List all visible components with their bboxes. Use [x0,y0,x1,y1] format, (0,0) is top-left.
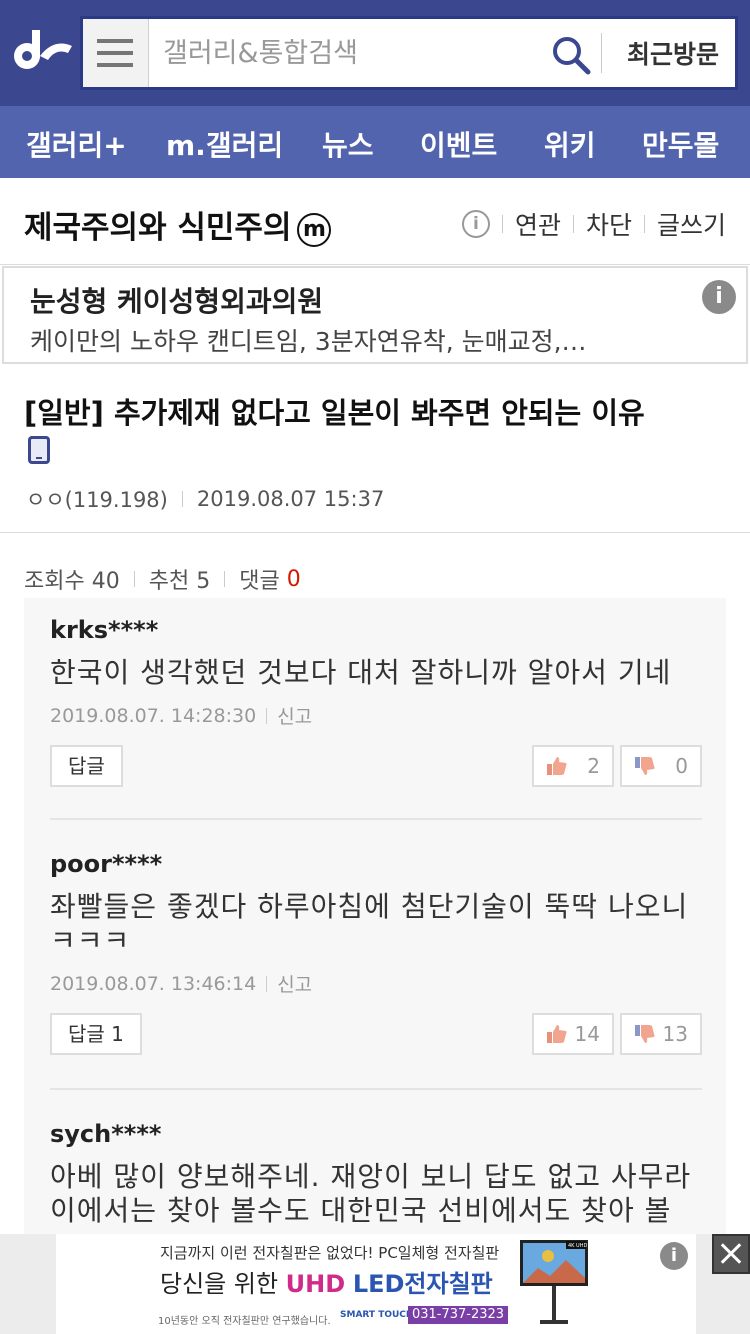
report-link[interactable]: 신고 [277,970,312,997]
thumbs-up-icon [547,1025,567,1043]
menu-button[interactable] [83,19,149,87]
tv-stand-icon: 4K UHD [520,1240,588,1324]
nav-news[interactable]: 뉴스 [322,124,374,164]
minor-gallery-badge: m [297,212,332,247]
ad-uhd: UHD [285,1270,346,1298]
comment-date: 2019.08.07. 14:28:30 [50,704,257,727]
recent-visits-button[interactable]: 최근방문 [611,35,735,71]
gallery-tools: i 연관 차단 글쓰기 [461,206,726,242]
tv-badge: 4K UHD [568,1243,587,1249]
reply-button[interactable]: 답글 [50,745,123,787]
upvote-button[interactable]: 14 [532,1013,614,1055]
comment-item: krks**** 한국이 생각했던 것보다 대처 잘하니까 알아서 기네 201… [50,616,702,789]
recommend-count: 추천 5 [148,569,211,594]
comment-meta: 2019.08.07. 14:28:30 신고 [50,702,702,729]
thumbs-down-icon [635,1025,655,1043]
dc-logo-icon[interactable] [10,26,76,78]
comment-text: 좌빨들은 좋겠다 하루아침에 첨단기술이 뚝딱 나오니 ㅋㅋㅋ [50,890,689,957]
nav-wiki[interactable]: 위키 [544,124,596,164]
downvote-count: 0 [675,754,688,778]
nav-gallery-plus[interactable]: 갤러리+ [26,124,127,164]
block-button[interactable]: 차단 [586,206,632,242]
upvote-button[interactable]: 2 [532,745,614,787]
report-link[interactable]: 신고 [277,702,312,729]
view-count: 조회수 40 [24,569,120,594]
gallery-title[interactable]: 제국주의와 식민주의 m [24,202,332,247]
comment-divider [50,1088,702,1090]
upvote-count: 14 [574,1022,600,1046]
comment-date: 2019.08.07. 13:46:14 [50,972,257,995]
ad-brand-logo: SMART TOUCH [340,1310,414,1320]
post-meta: ㅇㅇ(119.198) 2019.08.07 15:37 [26,484,384,514]
top-ad[interactable]: 눈성형 케이성형외과의원 케이만의 노하우 캔디트임, 3분자연유착, 눈매교정… [2,266,748,364]
ad-line-2: 당신을 위한 UHD LED전자칠판 [160,1264,493,1299]
ad-info-icon[interactable]: i [702,280,736,314]
thumbs-down-icon [635,757,655,775]
comment-user[interactable]: krks**** [50,616,702,644]
comment-label: 댓글 [239,569,280,594]
downvote-button[interactable]: 13 [620,1013,702,1055]
comment-user[interactable]: sych**** [50,1120,702,1148]
top-bar: 최근방문 [0,0,750,106]
thumbs-up-icon [547,757,567,775]
post-title: [일반] 추가제재 없다고 일본이 봐주면 안되는 이유 [24,396,645,430]
upvote-count: 2 [587,754,600,778]
ad-info-icon[interactable]: i [660,1242,688,1270]
comment-actions: 답글 2 0 [50,745,702,789]
ad-phone: 031-737-2323 [408,1306,508,1324]
gallery-title-text: 제국주의와 식민주의 [24,210,292,246]
search-box: 최근방문 [80,16,738,90]
divider [0,532,750,533]
bottom-ad: 지금까지 이런 전자칠판은 없었다! PC일체형 전자칠판 당신을 위한 UHD… [0,1234,750,1334]
comment-item: poor**** 좌빨들은 좋겠다 하루아침에 첨단기술이 뚝딱 나오니 ㅋㅋㅋ… [50,850,702,1057]
close-ad-button[interactable] [712,1234,750,1274]
ad-title: 눈성형 케이성형외과의원 [30,285,324,318]
comment-text: 한국이 생각했던 것보다 대처 잘하니까 알아서 기네 [50,656,672,689]
downvote-count: 13 [662,1022,688,1046]
reply-button[interactable]: 답글 1 [50,1013,142,1055]
post-stats: 조회수 40 추천 5 댓글 0 [24,563,301,595]
mobile-phone-icon [28,436,50,464]
ad-line-1: 지금까지 이런 전자칠판은 없었다! PC일체형 전자칠판 [160,1244,500,1262]
post-date: 2019.08.07 15:37 [196,487,385,511]
comment-actions: 답글 1 14 13 [50,1013,702,1057]
nav-event[interactable]: 이벤트 [420,124,497,164]
divider [0,264,750,265]
search-icon[interactable] [551,35,591,75]
nav-m-gallery[interactable]: m.갤러리 [166,124,283,164]
comment-meta: 2019.08.07. 13:46:14 신고 [50,970,702,997]
search-separator [601,33,602,73]
comment-count: 0 [286,566,301,592]
comment-user[interactable]: poor**** [50,850,702,878]
ad-led: LED전자칠판 [352,1270,493,1298]
post-author[interactable]: ㅇㅇ(119.198) [26,484,168,514]
ad-line-2-prefix: 당신을 위한 [160,1270,286,1298]
related-button[interactable]: 연관 [515,206,561,242]
comment-text: 아베 많이 양보해주네. 재앙이 보니 답도 없고 사무라이에서는 찾아 볼수도… [50,1160,692,1227]
comment-divider [50,818,702,820]
comment-item: sych**** 아베 많이 양보해주네. 재앙이 보니 답도 없고 사무라이에… [50,1120,702,1228]
nav-bar: 갤러리+ m.갤러리 뉴스 이벤트 위키 만두몰 [0,106,750,178]
write-button[interactable]: 글쓰기 [657,206,726,242]
downvote-button[interactable]: 0 [620,745,702,787]
bottom-ad-banner[interactable]: 지금까지 이런 전자칠판은 없었다! PC일체형 전자칠판 당신을 위한 UHD… [56,1234,696,1334]
ad-description: 케이만의 노하우 캔디트임, 3분자연유착, 눈매교정,… [30,327,587,356]
search-input[interactable] [163,33,543,73]
ad-line-3: 10년동안 오직 전자칠판만 연구했습니다. [158,1316,331,1327]
comment-list: krks**** 한국이 생각했던 것보다 대처 잘하니까 알아서 기네 201… [24,598,726,1238]
info-icon[interactable]: i [461,210,490,238]
nav-mandu-mall[interactable]: 만두몰 [642,124,719,164]
